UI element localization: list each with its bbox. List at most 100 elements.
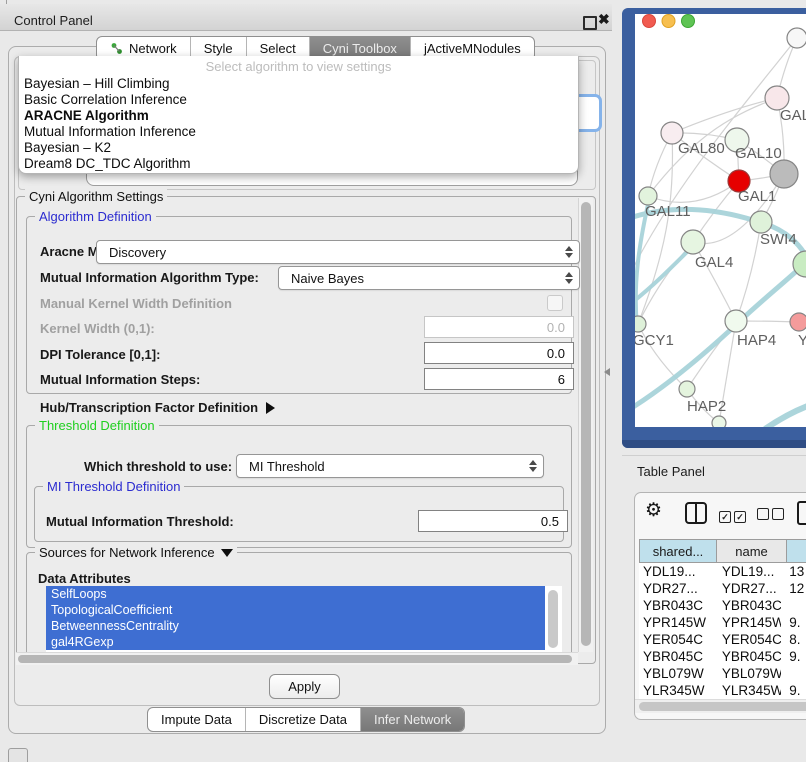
node-label: SWI4 [760,231,797,248]
attributes-scrollbar-thumb[interactable] [548,590,558,648]
close-icon[interactable]: ✖ [598,11,610,28]
network-node[interactable] [712,416,726,427]
settings-horizontal-scrollbar[interactable] [16,652,578,665]
network-node[interactable] [787,28,806,48]
table-row[interactable]: YER054CYER054C8. [639,631,806,648]
table-cell: 9. [781,683,806,698]
table-cell: YDR27... [639,581,714,596]
apply-button[interactable]: Apply [269,674,340,699]
settings-vertical-scrollbar[interactable] [578,198,593,652]
select-all-columns-icon[interactable]: ✓✓ [719,507,749,525]
attribute-list-item[interactable]: SelfLoops [46,586,545,602]
network-node[interactable] [681,230,705,254]
column-header[interactable] [787,539,806,563]
tab-label: Discretize Data [259,712,347,727]
network-node[interactable] [790,313,806,331]
tab-label: Infer Network [374,712,451,727]
dropdown-item[interactable]: Bayesian – Hill Climbing [19,76,578,92]
table-cell: YPR145W [714,615,781,630]
table-row[interactable]: YBL079WYBL079W [639,665,806,682]
table-row[interactable]: YDL19...YDL19...13 [639,563,806,580]
data-attributes-list[interactable]: SelfLoopsTopologicalCoefficientBetweenne… [46,586,562,652]
dropdown-item[interactable]: Basic Correlation Inference [19,92,578,108]
table-cell: YBL079W [714,666,781,681]
column-header[interactable]: shared... [639,539,717,563]
mi-threshold-field[interactable]: 0.5 [418,510,568,532]
network-node[interactable] [770,160,798,188]
tab-impute-data[interactable]: Impute Data [148,708,246,731]
attribute-list-item[interactable]: TopologicalCoefficient [46,602,545,618]
attribute-list-item[interactable]: BetweennessCentrality [46,618,545,634]
node-label: GCY1 [635,332,674,349]
dpi-tolerance-label: DPI Tolerance [0,1]: [40,347,160,362]
minimized-panel-button[interactable] [8,748,28,762]
table-cell: YDL19... [639,564,714,579]
split-view-icon[interactable] [685,502,707,524]
dropdown-item[interactable]: Bayesian – K2 [19,140,578,156]
network-icon [110,42,123,55]
scrollbar-thumb[interactable] [581,202,591,646]
table-cell: YPR145W [639,615,714,630]
network-node[interactable] [725,310,747,332]
algorithm-dropdown-popup: Select algorithm to view settings Bayesi… [18,56,579,174]
table-cell: 13 [781,564,806,579]
table-cell: YBR045C [639,649,714,664]
aracne-mode-combo[interactable]: Discovery [96,240,580,264]
combo-spinner-icon [565,272,572,284]
scrollbar-thumb[interactable] [639,702,806,711]
tab-label: Impute Data [161,712,232,727]
splitter-collapse-icon[interactable] [604,368,610,376]
mi-steps-field[interactable]: 6 [424,368,574,390]
network-node[interactable] [679,381,695,397]
table-row[interactable]: YPR145WYPR145W9. [639,614,806,631]
float-window-icon[interactable] [583,16,597,30]
network-canvas[interactable]: GALGAL80GAL10GAL1GAL11SWI4GAL4GCY1HAP4YH… [635,14,806,427]
node-label: GAL4 [695,254,733,271]
table-cell: YBR043C [714,598,781,613]
table-horizontal-scrollbar[interactable] [635,699,806,713]
table-cell: YLR345W [639,683,714,698]
mi-type-combo[interactable]: Naive Bayes [278,266,580,290]
kernel-width-field: 0.0 [424,316,574,338]
aracne-mode-value: Discovery [109,245,166,260]
network-node[interactable] [750,211,772,233]
dpi-tolerance-field[interactable]: 0.0 [424,342,574,364]
new-table-icon[interactable] [797,501,806,525]
tab-discretize-data[interactable]: Discretize Data [246,708,361,731]
table-row[interactable]: YBR045CYBR045C9. [639,648,806,665]
node-label: GAL11 [645,203,691,220]
column-header[interactable]: name [717,539,787,563]
table-row[interactable]: YLR345WYLR345W9. [639,682,806,699]
close-button[interactable] [643,15,656,28]
table-row[interactable]: YBR043CYBR043C [639,597,806,614]
minimize-button[interactable] [662,15,675,28]
sources-toggle[interactable]: Sources for Network Inference [35,545,237,560]
which-threshold-combo[interactable]: MI Threshold [236,454,544,478]
group-title: Threshold Definition [35,418,159,433]
window-frame-shadow [622,440,806,448]
application-root: Control Panel ✖ NetworkStyleSelectCyni T… [0,0,806,762]
dropdown-item[interactable]: ARACNE Algorithm [19,108,578,124]
deselect-columns-icon[interactable] [757,507,787,525]
group-title: MI Threshold Definition [43,479,184,494]
network-nodes [635,28,806,427]
dropdown-item-list: Bayesian – Hill ClimbingBasic Correlatio… [19,76,578,172]
scrollbar-thumb[interactable] [18,655,572,663]
gear-icon[interactable]: ⚙ [645,499,662,522]
chevron-right-icon [266,402,275,414]
node-label: GAL80 [678,140,725,157]
dropdown-item[interactable]: Mutual Information Inference [19,124,578,140]
attribute-list-item[interactable]: gal4RGexp [46,634,545,650]
table-cell: 8. [781,632,806,647]
hub-definition-toggle[interactable]: Hub/Transcription Factor Definition [40,400,275,415]
which-threshold-label: Which threshold to use: [84,459,232,474]
dropdown-item[interactable]: Dream8 DC_TDC Algorithm [19,156,578,172]
table-cell: 12 [781,581,806,596]
zoom-button[interactable] [682,15,695,28]
table-row[interactable]: YDR27...YDR27...12 [639,580,806,597]
table-panel-title: Table Panel [637,464,705,479]
chevron-down-icon [221,549,233,557]
tab-infer-network[interactable]: Infer Network [361,708,464,731]
node-table-window: ⚙ ✓✓ shared...name YDL19...YDL19...13YDR… [634,492,806,720]
network-node[interactable] [635,316,646,332]
